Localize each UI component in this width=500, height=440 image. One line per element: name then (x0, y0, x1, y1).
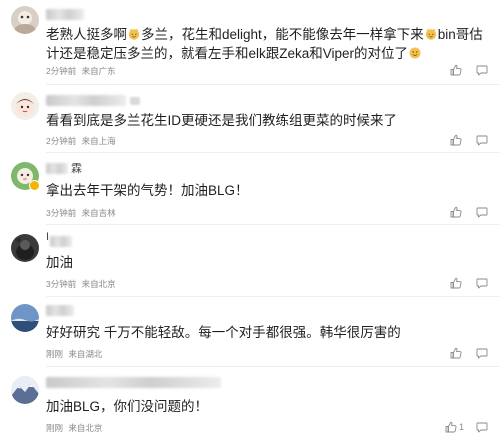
avatar-image (11, 376, 39, 404)
more-icon[interactable] (476, 277, 488, 289)
comment-location: 来自湖北 (68, 349, 103, 359)
comment-actions (450, 134, 488, 146)
avatar[interactable] (11, 92, 39, 120)
username-suffix[interactable]: 霖 (71, 160, 82, 176)
thumbs-up-icon (450, 206, 462, 218)
comment-item: 看看到底是多兰花生ID更硬还是我们教练组更菜的时候来了 2分钟前 来自上海 (0, 86, 500, 154)
like-button[interactable] (450, 206, 464, 218)
avatar[interactable] (11, 304, 39, 332)
like-button[interactable] (450, 277, 464, 289)
smile-emoji (409, 47, 421, 58)
user-tag-blurred (130, 97, 140, 105)
comment-time: 3分钟前 (46, 279, 77, 289)
verified-badge (29, 180, 40, 191)
more-icon[interactable] (476, 206, 488, 218)
like-count: 1 (458, 422, 464, 432)
comment-meta: 2分钟前 来自上海 (46, 135, 116, 147)
username-blurred[interactable] (46, 377, 221, 388)
comment-time: 3分钟前 (46, 208, 77, 218)
comment-item: 好好研究 千万不能轻敌。每一个对手都很强。韩华很厉害的 刚刚 来自湖北 (0, 296, 500, 368)
username-initial[interactable]: I (46, 231, 49, 243)
comment-text: 加油 (46, 255, 73, 270)
comment-meta: 刚刚 来自湖北 (46, 348, 102, 360)
comment-meta: 3分钟前 来自吉林 (46, 207, 116, 219)
comment-time: 刚刚 (46, 349, 64, 359)
comment-actions: 1 (445, 421, 488, 433)
avatar-image (11, 6, 39, 34)
like-button[interactable] (450, 134, 464, 146)
divider (46, 152, 500, 153)
comment-text: 看看到底是多兰花生ID更硬还是我们教练组更菜的时候来了 (46, 113, 397, 128)
divider (46, 366, 500, 367)
comment-actions (450, 347, 488, 359)
thumbs-up-icon (445, 421, 457, 433)
like-button[interactable]: 1 (445, 421, 464, 433)
more-icon[interactable] (476, 421, 488, 433)
username-blurred[interactable] (50, 236, 72, 247)
like-button[interactable] (450, 64, 464, 76)
cat-face-emoji (128, 28, 140, 40)
comment-location: 来自北京 (81, 279, 116, 289)
thumbs-up-icon (450, 277, 462, 289)
comment-actions (450, 64, 488, 76)
comment-location: 来自广东 (81, 66, 116, 76)
comment-actions (450, 206, 488, 218)
avatar[interactable] (11, 376, 39, 404)
comment-meta: 3分钟前 来自北京 (46, 278, 116, 290)
comment-item: I 加油 3分钟前 来自北京 (0, 226, 500, 297)
avatar-image (11, 234, 39, 262)
thumbs-up-icon (450, 134, 462, 146)
more-icon[interactable] (476, 64, 488, 76)
comment-location: 来自吉林 (81, 208, 116, 218)
cat-face-emoji (425, 28, 436, 40)
avatar[interactable] (11, 234, 39, 262)
comment-time: 2分钟前 (46, 66, 77, 76)
divider (46, 224, 500, 225)
comment-text: 好好研究 千万不能轻敌。每一个对手都很强。韩华很厉害的 (46, 325, 401, 340)
comment-item: 霖 拿出去年干架的气势！加油BLG！ 3分钟前 来自吉林 (0, 154, 500, 226)
comment-text: 加油BLG，你们没问题的！ (46, 399, 209, 414)
avatar-image (11, 304, 39, 332)
comment-text: 老熟人挺多啊 多兰，花生和delight，能不能像去年一样拿下来 bin哥估计还是稳… (46, 27, 483, 61)
comment-item: 加油BLG，你们没问题的！ 刚刚 来自北京 1 (0, 368, 500, 440)
username-blurred[interactable] (46, 305, 74, 316)
comment-meta: 刚刚 来自北京 (46, 422, 102, 434)
comment-meta: 2分钟前 来自广东 (46, 65, 116, 77)
comment-time: 刚刚 (46, 423, 64, 433)
avatar-image (11, 92, 39, 120)
like-button[interactable] (450, 347, 464, 359)
comment-location: 来自北京 (68, 423, 103, 433)
username-blurred[interactable] (46, 163, 68, 174)
more-icon[interactable] (476, 134, 488, 146)
comment-actions (450, 277, 488, 289)
comment-text: 拿出去年干架的气势！加油BLG！ (46, 183, 249, 198)
more-icon[interactable] (476, 347, 488, 359)
avatar[interactable] (11, 6, 39, 34)
comment-time: 2分钟前 (46, 136, 77, 146)
divider (46, 84, 500, 85)
username-blurred[interactable] (46, 9, 84, 20)
thumbs-up-icon (450, 64, 462, 76)
comment-location: 来自上海 (81, 136, 116, 146)
username-blurred[interactable] (46, 95, 126, 106)
thumbs-up-icon (450, 347, 462, 359)
comment-item: 老熟人挺多啊 多兰，花生和delight，能不能像去年一样拿下来 bin哥估计还是稳… (0, 0, 500, 86)
